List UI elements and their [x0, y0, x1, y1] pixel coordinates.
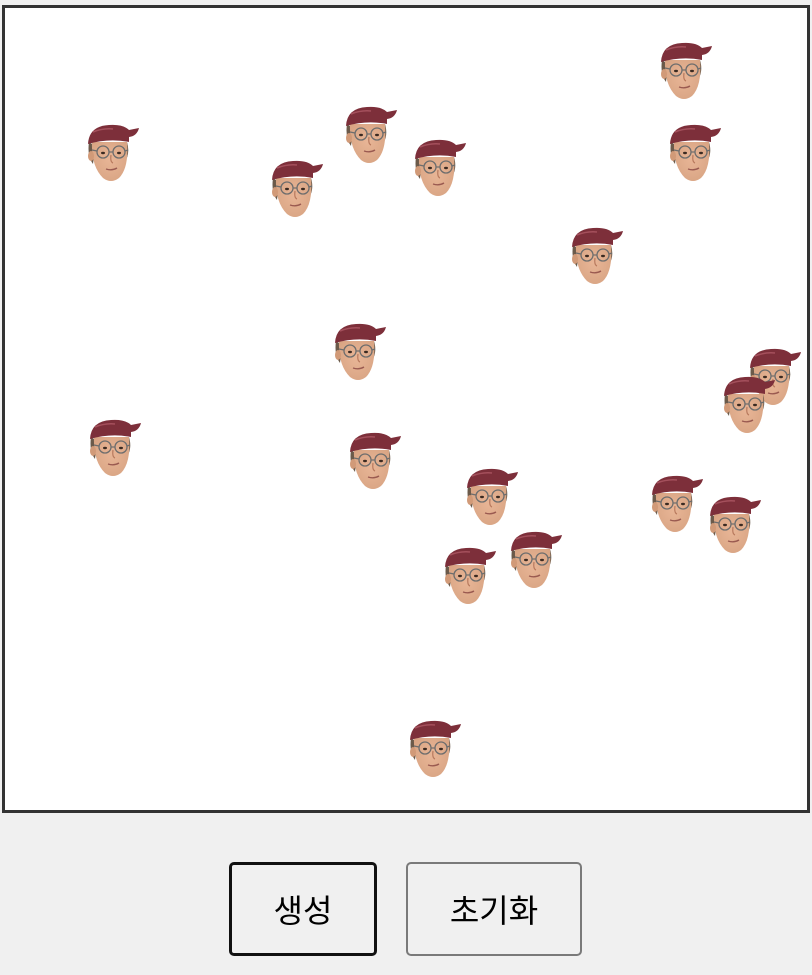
face-with-cap-and-glasses-icon [719, 374, 775, 438]
face-with-cap-and-glasses-icon [462, 466, 518, 530]
generate-button[interactable]: 생성 [229, 862, 377, 956]
face-with-cap-and-glasses-icon [341, 104, 397, 168]
face-with-cap-and-glasses-icon [440, 545, 496, 609]
reset-button[interactable]: 초기화 [406, 862, 582, 956]
face-with-cap-and-glasses-icon [705, 494, 761, 558]
sprite-canvas[interactable] [2, 5, 810, 813]
face-with-cap-and-glasses-icon [567, 225, 623, 289]
face-with-cap-and-glasses-icon [330, 321, 386, 385]
control-bar: 생성 초기화 [0, 862, 812, 958]
face-with-cap-and-glasses-icon [665, 122, 721, 186]
face-with-cap-and-glasses-icon [83, 122, 139, 186]
face-with-cap-and-glasses-icon [656, 40, 712, 104]
face-with-cap-and-glasses-icon [410, 137, 466, 201]
face-with-cap-and-glasses-icon [267, 158, 323, 222]
face-with-cap-and-glasses-icon [506, 529, 562, 593]
face-with-cap-and-glasses-icon [345, 430, 401, 494]
face-with-cap-and-glasses-icon [405, 718, 461, 782]
face-with-cap-and-glasses-icon [647, 473, 703, 537]
face-with-cap-and-glasses-icon [85, 417, 141, 481]
